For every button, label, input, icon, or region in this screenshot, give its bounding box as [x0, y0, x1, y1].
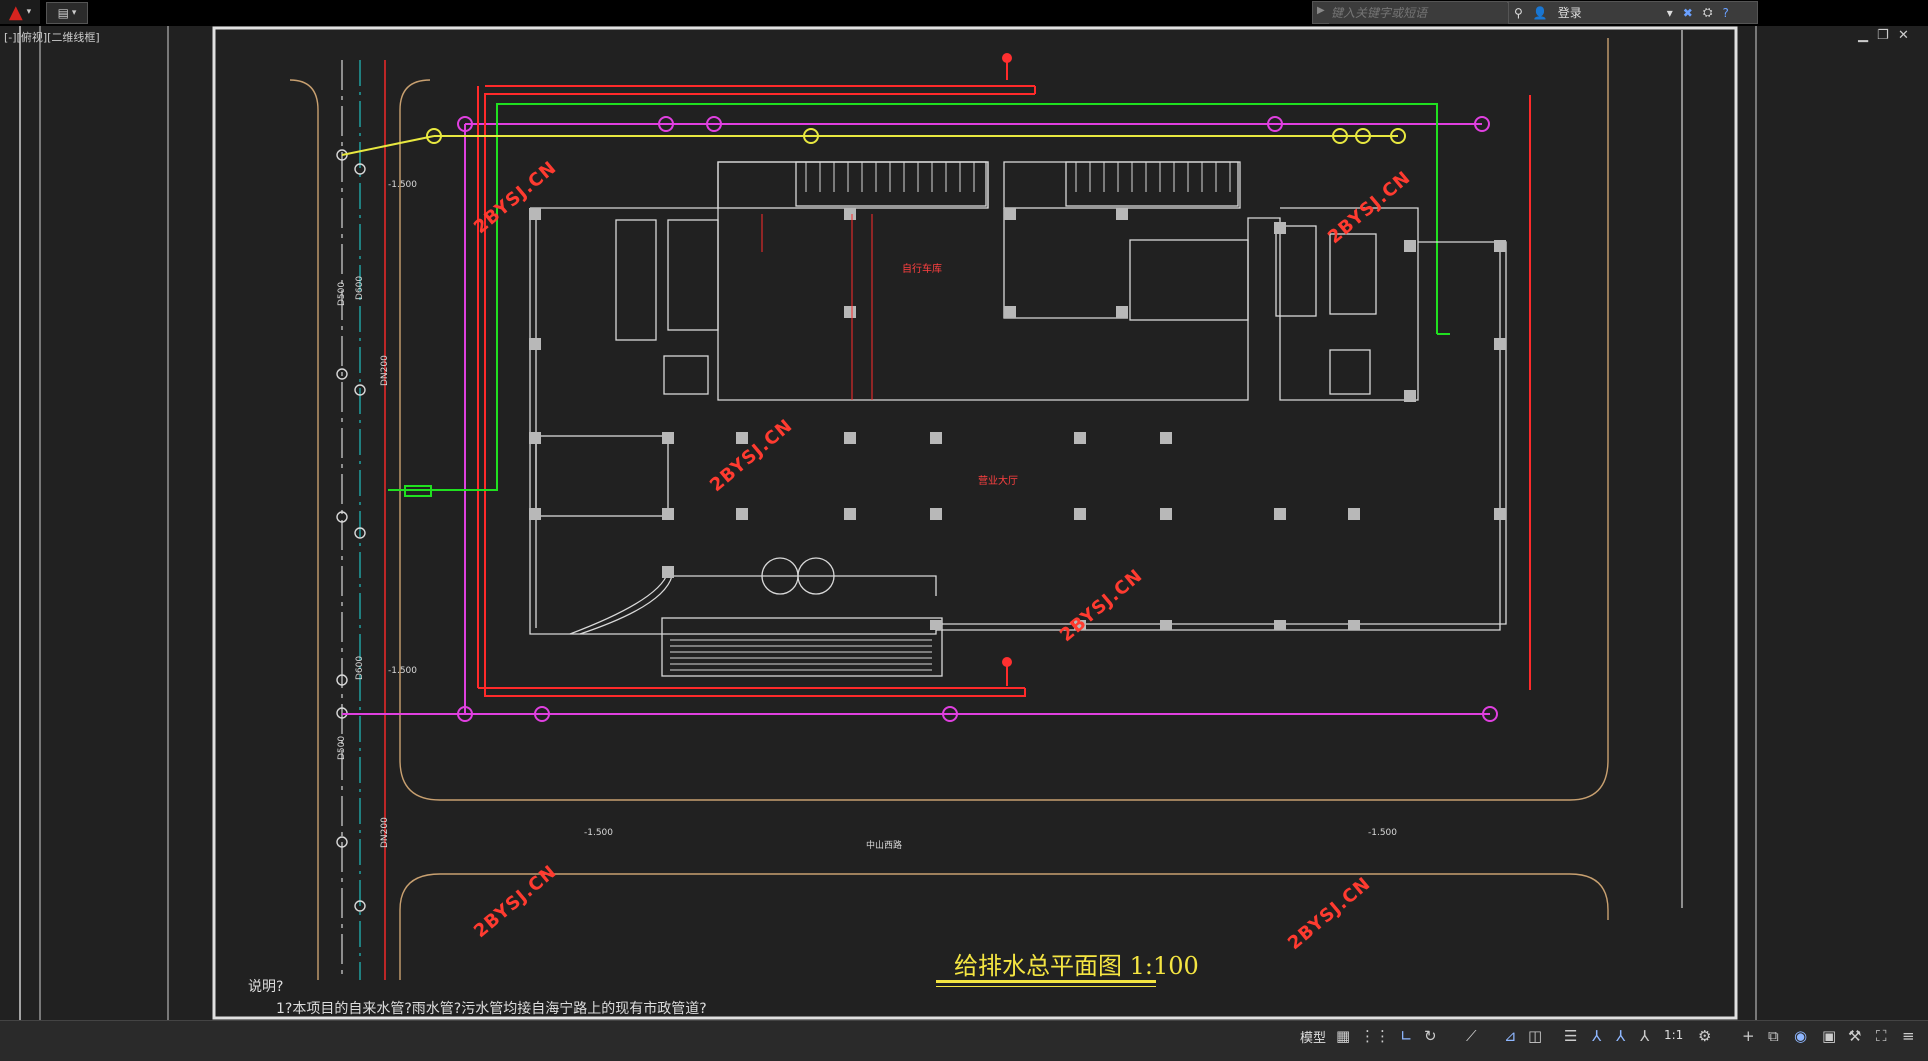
- chevron-down-icon: ▾: [71, 8, 77, 18]
- clean-screen-icon[interactable]: ▣: [1822, 1027, 1836, 1045]
- gear-icon[interactable]: ⚙: [1698, 1027, 1711, 1045]
- pipe-dn200-label-1: DN200: [380, 355, 390, 386]
- osnap-icon[interactable]: ⟋: [1466, 1027, 1477, 1045]
- annotation-visibility-icon[interactable]: ⅄: [1592, 1027, 1601, 1045]
- autoscale-icon[interactable]: ⅄: [1616, 1027, 1625, 1045]
- ortho-icon[interactable]: ∟: [1400, 1027, 1413, 1045]
- drawing-canvas[interactable]: [0, 26, 1928, 1020]
- drawing-title: 给排水总平面图 1:100: [954, 952, 1199, 980]
- autodesk-a360-icon[interactable]: ⛭: [1703, 5, 1713, 20]
- annotation-scale-icon[interactable]: ⅄: [1640, 1027, 1649, 1045]
- application-menu-button[interactable]: ▲ ▾: [0, 0, 40, 24]
- title-underline: [936, 980, 1156, 983]
- customization-icon[interactable]: ⚒: [1848, 1027, 1861, 1045]
- search-input[interactable]: [1329, 2, 1509, 24]
- grid-icon[interactable]: ▦: [1336, 1027, 1350, 1045]
- pipe-d500-label-2: D500: [337, 735, 347, 760]
- isolate-objects-icon[interactable]: ⧉: [1768, 1027, 1779, 1045]
- binoculars-icon[interactable]: ⚲: [1514, 6, 1523, 20]
- elevation-label-bottom-right: -1.500: [1368, 828, 1398, 838]
- polar-icon[interactable]: ↻: [1424, 1027, 1437, 1045]
- quick-access-toolbar-button[interactable]: ▤ ▾: [46, 2, 88, 24]
- hardware-acceleration-icon[interactable]: ◉: [1794, 1027, 1807, 1045]
- notes-line-1: 1?本项目的自来水管?雨水管?污水管均接自海宁路上的现有市政管道?: [276, 1001, 707, 1017]
- dynamic-ucs-icon[interactable]: ⊿: [1504, 1027, 1517, 1045]
- pipe-d600-label-1: D600: [355, 275, 365, 300]
- infocenter-toolbar: ⚲ 👤 登录 ▾ ✖ ⛭ ?: [1508, 1, 1758, 24]
- user-icon[interactable]: 👤: [1533, 6, 1548, 20]
- search-expand-icon[interactable]: ▶: [1317, 5, 1325, 16]
- elevation-label-mid-left: -1.500: [388, 666, 418, 676]
- road-label: 中山西路: [866, 841, 903, 851]
- title-bar: ▲▾ ▤▾ ▶ ⚲ 👤 登录 ▾ ✖ ⛭ ?: [0, 0, 1928, 26]
- pipe-d500-label-1: D500: [337, 281, 347, 306]
- exchange-icon[interactable]: ✖: [1683, 6, 1693, 20]
- plus-icon[interactable]: +: [1742, 1027, 1755, 1045]
- menu-icon[interactable]: ≡: [1902, 1027, 1915, 1045]
- workspace-icon: ▤: [57, 6, 69, 20]
- selection-cycling-icon[interactable]: ◫: [1528, 1027, 1542, 1045]
- hall-label: 营业大厅: [978, 476, 1018, 487]
- garage-label: 自行车库: [902, 264, 942, 275]
- pipe-dn200-label-2: DN200: [380, 817, 390, 848]
- autocad-logo-icon: ▲: [8, 1, 23, 23]
- search-box[interactable]: ▶: [1312, 1, 1509, 24]
- notes-heading: 说明?: [248, 979, 284, 995]
- sign-in-button[interactable]: 登录: [1558, 4, 1582, 21]
- title-underline-thin: [936, 986, 1156, 987]
- model-space-button[interactable]: 模型: [1300, 1027, 1326, 1046]
- chevron-down-icon: ▾: [26, 7, 32, 17]
- pipe-d600-label-2: D600: [355, 655, 365, 680]
- help-icon[interactable]: ?: [1722, 6, 1728, 20]
- lineweight-icon[interactable]: ☰: [1564, 1027, 1577, 1045]
- chevron-down-icon[interactable]: ▾: [1667, 6, 1673, 20]
- status-bar: 模型 ▦ ⋮⋮ ∟ ↻ ⟋ ⊿ ◫ ☰ ⅄ ⅄ ⅄ 1:1 ⚙ + ⧉ ◉ ▣ …: [0, 1020, 1928, 1061]
- elevation-label-bottom-left: -1.500: [584, 828, 614, 838]
- snap-icon[interactable]: ⋮⋮: [1360, 1027, 1390, 1045]
- annotation-scale[interactable]: 1:1: [1664, 1028, 1683, 1042]
- elevation-label-top-left: -1.500: [388, 180, 418, 190]
- fullscreen-icon[interactable]: ⛶: [1876, 1027, 1887, 1045]
